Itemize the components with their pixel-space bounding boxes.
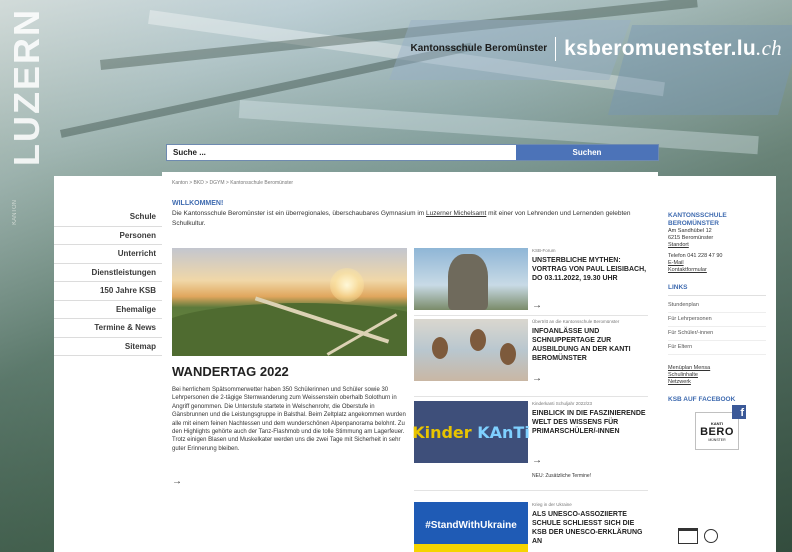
link-eltern[interactable]: Für Eltern bbox=[668, 341, 766, 355]
news-arrow-icon[interactable]: → bbox=[532, 300, 542, 311]
site-domain[interactable]: ksberomuenster.lu.ch bbox=[564, 36, 782, 61]
welcome-text-start: Die Kantonsschule Beromünster ist ein üb… bbox=[172, 210, 426, 217]
links-divider bbox=[668, 295, 766, 296]
news-category: Übertritt an die Kantonsschule Beromünst… bbox=[532, 319, 620, 324]
person-shape bbox=[500, 343, 516, 365]
welcome-text: Die Kantonsschule Beromünster ist ein üb… bbox=[172, 209, 632, 228]
domain-suffix: .ch bbox=[756, 36, 782, 60]
news-divider bbox=[414, 315, 648, 316]
news-note: NEU: Zusätzliche Termine! bbox=[532, 473, 592, 479]
nav-item-ehemalige[interactable]: Ehemalige bbox=[54, 301, 162, 319]
statue-shape bbox=[448, 254, 488, 310]
unesco-temple-icon bbox=[678, 528, 698, 544]
image-sun bbox=[330, 268, 364, 302]
link-netzwerk[interactable]: Netzwerk bbox=[668, 379, 766, 386]
person-shape bbox=[470, 329, 486, 351]
breadcrumb[interactable]: Kanton > BKD > DGYM > Kantonsschule Bero… bbox=[172, 180, 648, 186]
lead-article-text: Bei herrlichem Spätsommerwetter haben 35… bbox=[172, 387, 406, 452]
news-thumbnail-lab[interactable] bbox=[414, 319, 528, 381]
contact-heading: KANTONSSCHULE BEROMÜNSTER bbox=[668, 212, 727, 227]
news-title[interactable]: EINBLICK IN DIE FASZINIERENDE WELT DES W… bbox=[532, 409, 648, 436]
facebook-icon: f bbox=[732, 405, 746, 419]
nav-item-termine-news[interactable]: Termine & News bbox=[54, 319, 162, 338]
news-divider bbox=[414, 396, 648, 397]
link-schulinhalte[interactable]: Schulinhalte bbox=[668, 372, 766, 379]
news-thumbnail-kinderkanti[interactable]: Kinder KAnTi bbox=[412, 401, 530, 463]
news-category: Krieg in der Ukraine bbox=[532, 502, 572, 507]
facebook-heading: KSB AUF FACEBOOK bbox=[668, 396, 736, 403]
news-category: KSB-Forum bbox=[532, 248, 556, 253]
search-input[interactable]: Suche ... bbox=[167, 145, 516, 160]
domain-main: ksberomuenster.lu bbox=[564, 37, 757, 60]
unesco-network-icon bbox=[704, 529, 718, 543]
nav-item-schule[interactable]: Schule bbox=[54, 208, 162, 227]
news-divider bbox=[414, 490, 648, 491]
link-stundenplan[interactable]: Stundenplan bbox=[668, 299, 766, 313]
email-link[interactable]: E-Mail bbox=[668, 260, 766, 267]
news-thumbnail-statue[interactable] bbox=[414, 248, 528, 310]
brand-separator bbox=[555, 36, 557, 61]
link-lehrpersonen[interactable]: Für Lehrpersonen bbox=[668, 313, 766, 327]
standort-link[interactable]: Standort bbox=[668, 242, 766, 249]
kanton-label: KANTON bbox=[12, 200, 18, 225]
address-line-2: 6215 Beromünster bbox=[668, 235, 714, 241]
fb-logo-bottom: MÜNSTER bbox=[708, 437, 726, 442]
links-heading: LINKS bbox=[668, 284, 688, 291]
michelsamt-link[interactable]: Luzerner Michelsamt bbox=[426, 210, 486, 217]
news-title[interactable]: UNSTERBLICHE MYTHEN: VORTRAG VON PAUL LE… bbox=[532, 256, 648, 283]
thumb-text-kanti: KAnTi bbox=[477, 422, 530, 442]
contact-form-link[interactable]: Kontaktformular bbox=[668, 267, 766, 274]
news-thumbnail-ukraine[interactable]: #StandWithUkraine bbox=[414, 502, 528, 552]
thumb-text-kinder: Kinder bbox=[412, 422, 472, 442]
fb-logo-main: BERO bbox=[700, 425, 734, 438]
nav-item-dienstleistungen[interactable]: Dienstleistungen bbox=[54, 264, 162, 282]
phone-number: Telefon 041 228 47 90 bbox=[668, 253, 723, 259]
nav-item-personen[interactable]: Personen bbox=[54, 227, 162, 245]
news-arrow-icon[interactable]: → bbox=[532, 373, 542, 384]
facebook-logo[interactable]: KANTI BERO MÜNSTER f bbox=[695, 405, 746, 450]
welcome-heading: WILLKOMMEN! bbox=[172, 200, 224, 207]
wandertag-image[interactable] bbox=[172, 248, 407, 356]
right-sidebar: KANTONSSCHULE BEROMÜNSTER Am Sandhübel 1… bbox=[658, 176, 776, 552]
news-title[interactable]: INFOANLÄSSE UND SCHNUPPERTAGE ZUR AUSBIL… bbox=[532, 327, 648, 363]
site-brand[interactable]: Kantonsschule Beromünster ksberomuenster… bbox=[410, 36, 782, 61]
luzern-logo[interactable]: LUZERN bbox=[6, 8, 47, 208]
nav-item-150-jahre[interactable]: 150 Jahre KSB bbox=[54, 282, 162, 301]
news-title[interactable]: ALS UNESCO-ASSOZIIERTE SCHULE SCHLIESST … bbox=[532, 510, 648, 546]
lead-article-arrow-icon[interactable]: → bbox=[172, 476, 182, 487]
link-mensa[interactable]: Menüplan Mensa bbox=[668, 365, 766, 372]
unesco-logos[interactable] bbox=[678, 528, 718, 544]
nav-item-unterricht[interactable]: Unterricht bbox=[54, 245, 162, 264]
link-schueler[interactable]: Für Schüler/-innen bbox=[668, 327, 766, 341]
news-category: Kinderkanti Schuljahr 2022/23 bbox=[532, 401, 593, 406]
search-button[interactable]: Suchen bbox=[516, 145, 658, 160]
search-bar: Suche ... Suchen bbox=[166, 144, 659, 161]
person-shape bbox=[432, 337, 448, 359]
main-content: Kanton > BKD > DGYM > Kantonsschule Bero… bbox=[162, 172, 658, 552]
main-navigation: Schule Personen Unterricht Dienstleistun… bbox=[54, 176, 162, 552]
school-name[interactable]: Kantonsschule Beromünster bbox=[410, 43, 547, 54]
nav-item-sitemap[interactable]: Sitemap bbox=[54, 338, 162, 356]
address-line-1: Am Sandhübel 12 bbox=[668, 228, 712, 234]
news-arrow-icon[interactable]: → bbox=[532, 455, 542, 466]
lead-article-title[interactable]: WANDERTAG 2022 bbox=[172, 364, 289, 379]
quick-links: Stundenplan Für Lehrpersonen Für Schüler… bbox=[668, 299, 766, 355]
